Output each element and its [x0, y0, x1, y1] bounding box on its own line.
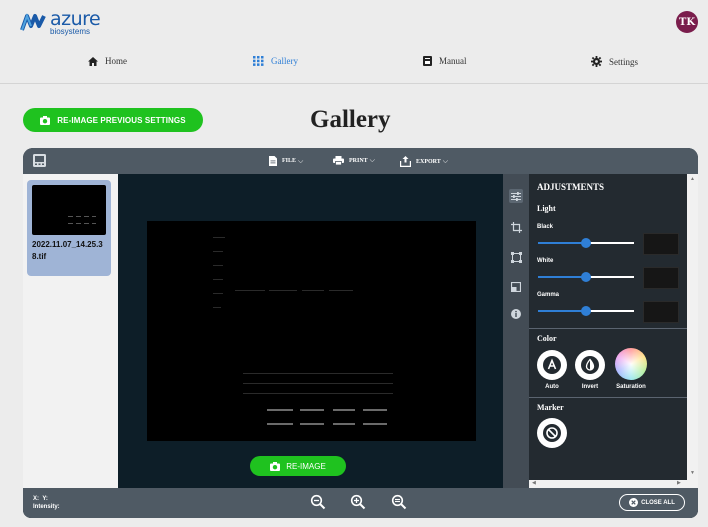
chevron-down-icon: ⌵: [369, 156, 375, 164]
app-header: azure biosystems TK Home Gallery Manual: [0, 0, 708, 84]
thumbnail-image: [32, 185, 106, 235]
invert-label: Invert: [581, 384, 599, 390]
white-slider[interactable]: [538, 271, 634, 283]
nav-manual-label: Manual: [439, 56, 467, 66]
intensity-label: Intensity:: [33, 504, 60, 510]
zoom-in-icon[interactable]: [350, 494, 366, 510]
camera-icon: [40, 115, 51, 125]
chevron-down-icon: ⌵: [298, 156, 304, 165]
marker-button[interactable]: [537, 418, 567, 448]
camera-icon: [270, 461, 281, 471]
gamma-value-input[interactable]: [643, 301, 679, 323]
zoom-out-icon[interactable]: [310, 494, 326, 510]
color-section-title: Color: [537, 334, 557, 343]
vertical-scrollbar[interactable]: ▲ ▼: [687, 174, 698, 488]
scroll-right-icon[interactable]: ▶: [677, 480, 681, 486]
black-value-input[interactable]: [643, 233, 679, 255]
chevron-down-icon: ⌵: [442, 157, 449, 165]
close-all-button[interactable]: CLOSE ALL: [619, 494, 685, 511]
info-icon[interactable]: [509, 307, 523, 321]
image-viewer[interactable]: RE-IMAGE: [118, 174, 503, 488]
saturation-label: Saturation: [616, 384, 646, 390]
close-all-label: CLOSE ALL: [641, 499, 675, 506]
gamma-slider[interactable]: [538, 305, 634, 317]
tool-rail: [503, 174, 529, 488]
black-slider-handle[interactable]: [581, 238, 591, 248]
divider: [529, 397, 687, 398]
printer-icon: [333, 156, 344, 165]
thumbnail-toggle-icon[interactable]: [33, 154, 46, 172]
export-icon: [400, 156, 411, 167]
invert-icon: [581, 356, 599, 374]
adjustments-panel: ADJUSTMENTS Light Black White Gamma Colo…: [529, 174, 687, 488]
light-section-title: Light: [537, 204, 556, 213]
nav-home-label: Home: [105, 56, 127, 66]
white-label: White: [537, 258, 554, 264]
auto-button[interactable]: [537, 350, 567, 380]
brand-logo[interactable]: azure biosystems: [20, 10, 101, 36]
reimage-button[interactable]: RE-IMAGE: [250, 456, 346, 476]
adjustments-title: ADJUSTMENTS: [537, 182, 605, 192]
nav-gallery[interactable]: Gallery: [253, 56, 298, 66]
prohibited-icon: [543, 424, 561, 442]
reimage-label: RE-IMAGE: [286, 461, 326, 471]
scroll-up-icon[interactable]: ▲: [690, 176, 695, 182]
thumbnail-card[interactable]: 2022.11.07_14.25.38.tif: [27, 180, 111, 276]
x-label: X:: [33, 496, 39, 502]
file-menu[interactable]: FILE ⌵: [269, 156, 303, 166]
gel-image[interactable]: [147, 221, 476, 441]
thumbnail-strip: 2022.11.07_14.25.38.tif: [23, 174, 118, 488]
scroll-left-icon[interactable]: ◀: [532, 480, 536, 486]
white-value-input[interactable]: [643, 267, 679, 289]
horizontal-scrollbar[interactable]: ◀ ▶: [529, 480, 687, 488]
saturation-button[interactable]: [615, 348, 647, 380]
adjustments-icon[interactable]: [509, 189, 523, 203]
file-icon: [269, 156, 277, 166]
reimage-previous-settings-button[interactable]: RE-IMAGE PREVIOUS SETTINGS: [23, 108, 203, 132]
gamma-label: Gamma: [537, 292, 560, 298]
azure-logo-icon: [20, 12, 46, 34]
export-menu-label: EXPORT: [416, 158, 441, 165]
marker-section-title: Marker: [537, 403, 564, 412]
close-icon: [629, 498, 639, 507]
grid-icon: [253, 56, 264, 66]
thumbnail-filename: 2022.11.07_14.25.38.tif: [32, 240, 103, 261]
nav-gallery-label: Gallery: [271, 56, 298, 66]
file-menu-label: FILE: [282, 158, 297, 164]
white-slider-handle[interactable]: [581, 272, 591, 282]
nav-home[interactable]: Home: [88, 56, 127, 66]
brand-wordmark: azure biosystems: [50, 10, 101, 36]
print-menu-label: PRINT: [349, 157, 368, 164]
gamma-slider-handle[interactable]: [581, 306, 591, 316]
home-icon: [88, 56, 98, 66]
nav-manual[interactable]: Manual: [423, 56, 467, 66]
y-label: Y:: [42, 496, 48, 502]
nav-settings-label: Settings: [609, 56, 639, 67]
zoom-fit-icon[interactable]: [391, 494, 407, 510]
saturation-wheel-icon: [615, 348, 647, 380]
black-label: Black: [537, 224, 554, 230]
main-nav: Home Gallery Manual Settings: [0, 56, 708, 76]
print-menu[interactable]: PRINT ⌵: [333, 156, 375, 165]
export-menu[interactable]: EXPORT ⌵: [400, 156, 448, 167]
scroll-down-icon[interactable]: ▼: [690, 470, 695, 476]
page-title: Gallery: [310, 106, 391, 133]
crop-icon[interactable]: [509, 220, 523, 234]
book-icon: [423, 56, 432, 66]
reimage-previous-label: RE-IMAGE PREVIOUS SETTINGS: [57, 115, 186, 125]
black-slider[interactable]: [538, 237, 634, 249]
workspace-toolbar: FILE ⌵ PRINT ⌵ EXPORT ⌵: [23, 148, 698, 174]
image-workspace: FILE ⌵ PRINT ⌵ EXPORT ⌵ 2022.11.07_14.25.38…: [23, 148, 698, 518]
select-region-icon[interactable]: [509, 250, 523, 264]
nav-settings[interactable]: Settings: [591, 56, 638, 67]
overlay-icon[interactable]: [509, 280, 523, 294]
invert-button[interactable]: [575, 350, 605, 380]
divider: [529, 328, 687, 329]
cursor-readout: X: Y: Intensity:: [33, 495, 60, 511]
user-avatar[interactable]: TK: [676, 11, 698, 33]
auto-label: Auto: [545, 384, 559, 390]
status-bar: X: Y: Intensity: CLOSE ALL: [23, 488, 698, 518]
gear-icon: [591, 56, 602, 67]
auto-icon: [543, 356, 561, 374]
